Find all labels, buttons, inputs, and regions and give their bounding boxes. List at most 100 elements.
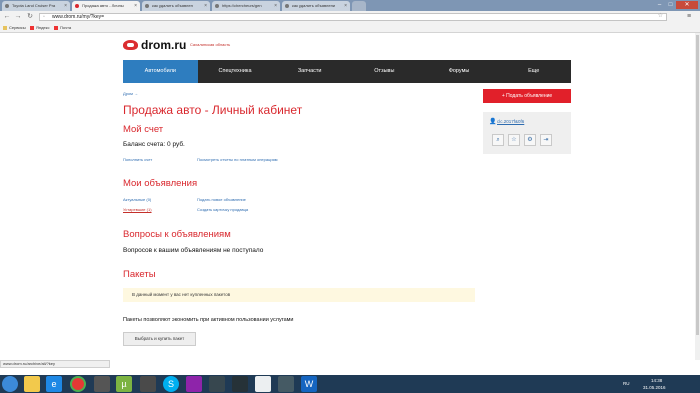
nav-item-reviews[interactable]: Отзывы xyxy=(347,60,422,83)
tray-clock-date[interactable]: 31.05.2016 xyxy=(643,385,666,390)
page-title: Продажа авто - Личный кабинет xyxy=(123,103,303,117)
drom-favicon-icon xyxy=(75,4,79,8)
browser-tabstrip: Toyota Land Cruiser Pra × Продажа авто -… xyxy=(0,0,700,11)
browser-tab-active[interactable]: Продажа авто - Личны × xyxy=(72,1,140,11)
maximize-icon[interactable]: □ xyxy=(665,1,676,9)
seller-card-link[interactable]: Создать карточку продавца xyxy=(197,207,248,212)
browser-tab[interactable]: https://chercheurs/gen × xyxy=(212,1,280,11)
ads-heading: Мои объявления xyxy=(123,178,198,189)
bookmark-item[interactable]: Яндекс xyxy=(30,23,49,33)
address-bar[interactable]: ▫ www.drom.ru/my/?key= ☆ xyxy=(39,13,667,21)
ie-icon[interactable]: e xyxy=(46,376,62,392)
new-ad-link[interactable]: Подать новое объявление xyxy=(197,197,246,202)
nav-item-forums[interactable]: Форумы xyxy=(422,60,497,83)
bookmark-item[interactable]: Почта xyxy=(54,23,71,33)
close-tab-icon[interactable]: × xyxy=(344,1,347,11)
page-scrollbar[interactable] xyxy=(695,33,700,360)
bookmark-label: Почта xyxy=(60,25,72,30)
close-tab-icon[interactable]: × xyxy=(274,1,277,11)
reload-icon[interactable]: ↻ xyxy=(25,12,35,22)
close-window-icon[interactable]: ✕ xyxy=(676,1,698,9)
drom-logo-icon xyxy=(123,40,138,50)
back-icon[interactable]: ← xyxy=(2,12,12,22)
archived-ads-link[interactable]: Устаревшие (1) xyxy=(123,207,152,212)
breadcrumb[interactable]: Дром → xyxy=(123,91,138,96)
balance-text: Баланс счета: 0 руб. xyxy=(123,141,185,148)
packages-description: Пакеты позволяют экономить при активном … xyxy=(123,317,294,323)
bookmark-label: Яндекс xyxy=(36,25,50,30)
bookmark-star-icon[interactable]: ☆ xyxy=(658,13,663,19)
app-icon[interactable] xyxy=(186,376,202,392)
add-ad-label: Подать объявление xyxy=(506,93,553,99)
reports-link[interactable]: Посмотреть отчеты по платным операциям xyxy=(197,157,278,162)
nav-item-more[interactable]: Еще xyxy=(496,60,571,83)
close-tab-icon[interactable]: × xyxy=(134,1,137,11)
new-tab-button[interactable] xyxy=(352,1,366,11)
explorer-icon[interactable] xyxy=(24,376,40,392)
browser-tab[interactable]: как удалить объявлени × xyxy=(282,1,350,11)
username-link[interactable]: clc.2017f&0f6 xyxy=(497,119,524,124)
tray-clock-time[interactable]: 14:38 xyxy=(651,378,662,383)
tab-label: Toyota Land Cruiser Pra xyxy=(12,3,56,8)
tab-favicon-icon xyxy=(5,4,9,8)
nav-item-cars[interactable]: Автомобили xyxy=(123,60,198,83)
app-icon[interactable] xyxy=(209,376,225,392)
page-info-icon[interactable]: ▫ xyxy=(43,14,45,20)
utorrent-icon[interactable]: µ xyxy=(116,376,132,392)
media-icon[interactable] xyxy=(94,376,110,392)
packages-heading: Пакеты xyxy=(123,269,156,280)
address-url: www.drom.ru/my/?key= xyxy=(52,14,105,20)
close-tab-icon[interactable]: × xyxy=(64,1,67,11)
app-icon[interactable] xyxy=(140,376,156,392)
browser-tab[interactable]: как удалить объявлен × xyxy=(142,1,210,11)
app-icon[interactable] xyxy=(278,376,294,392)
packages-notice: В данный момент у вас нет купленных паке… xyxy=(123,288,475,302)
tab-label: https://chercheurs/gen xyxy=(222,3,262,8)
skype-icon[interactable]: S xyxy=(163,376,179,392)
browser-toolbar: ← → ↻ ▫ www.drom.ru/my/?key= ☆ ≡ xyxy=(0,11,700,23)
apps-icon xyxy=(3,26,7,30)
browser-menu-icon[interactable]: ≡ xyxy=(687,13,695,21)
yandex-icon xyxy=(30,26,34,30)
page-content: drom.ru Сахалинская область Автомобили С… xyxy=(0,33,700,360)
start-button[interactable] xyxy=(2,376,18,392)
bookmark-item[interactable]: Сервисы xyxy=(3,23,26,33)
nav-item-special[interactable]: Спецтехника xyxy=(198,60,273,83)
logo-text: drom.ru xyxy=(141,38,187,52)
status-bar: www.drom.ru/archive/all/?key xyxy=(0,360,110,368)
language-indicator[interactable]: RU xyxy=(623,381,630,386)
region-link[interactable]: Сахалинская область xyxy=(190,42,230,47)
tab-label: как удалить объявлени xyxy=(292,3,336,8)
questions-heading: Вопросы к объявлениям xyxy=(123,229,231,240)
search-icon[interactable]: ⌕ xyxy=(492,134,504,146)
chrome-icon[interactable] xyxy=(70,376,86,392)
bookmarks-bar: Сервисы Яндекс Почта xyxy=(0,23,700,33)
browser-tab[interactable]: Toyota Land Cruiser Pra × xyxy=(2,1,70,11)
document-icon[interactable] xyxy=(255,376,271,392)
steam-icon[interactable] xyxy=(232,376,248,392)
main-nav: Автомобили Спецтехника Запчасти Отзывы Ф… xyxy=(123,60,571,83)
buy-package-button[interactable]: Выбрать и купить пакет xyxy=(123,332,196,346)
nav-item-parts[interactable]: Запчасти xyxy=(272,60,347,83)
minimize-icon[interactable]: – xyxy=(654,1,665,9)
bookmark-label: Сервисы xyxy=(9,25,26,30)
questions-text: Вопросов к вашим объявлениям не поступал… xyxy=(123,247,264,254)
forward-icon[interactable]: → xyxy=(13,12,23,22)
user-card: 👤 clc.2017f&0f6 ⌕ ☆ ⚙ ⇥ xyxy=(483,112,571,154)
close-tab-icon[interactable]: × xyxy=(204,1,207,11)
mail-icon xyxy=(54,26,58,30)
active-ads-link[interactable]: Актуальные (0) xyxy=(123,197,151,202)
settings-gear-icon[interactable]: ⚙ xyxy=(524,134,536,146)
tab-label: Продажа авто - Личны xyxy=(82,3,124,8)
account-heading: Мой счет xyxy=(123,124,164,135)
topup-link[interactable]: Пополнить счет xyxy=(123,157,152,162)
logout-icon[interactable]: ⇥ xyxy=(540,134,552,146)
tab-favicon-icon xyxy=(215,4,219,8)
word-icon[interactable]: W xyxy=(301,376,317,392)
scrollbar-thumb[interactable] xyxy=(696,35,699,335)
tab-label: как удалить объявлен xyxy=(152,3,193,8)
user-icon: 👤 xyxy=(489,119,497,125)
favorites-star-icon[interactable]: ☆ xyxy=(508,134,520,146)
add-ad-button[interactable]: + Подать объявление xyxy=(483,89,571,103)
tab-favicon-icon xyxy=(145,4,149,8)
